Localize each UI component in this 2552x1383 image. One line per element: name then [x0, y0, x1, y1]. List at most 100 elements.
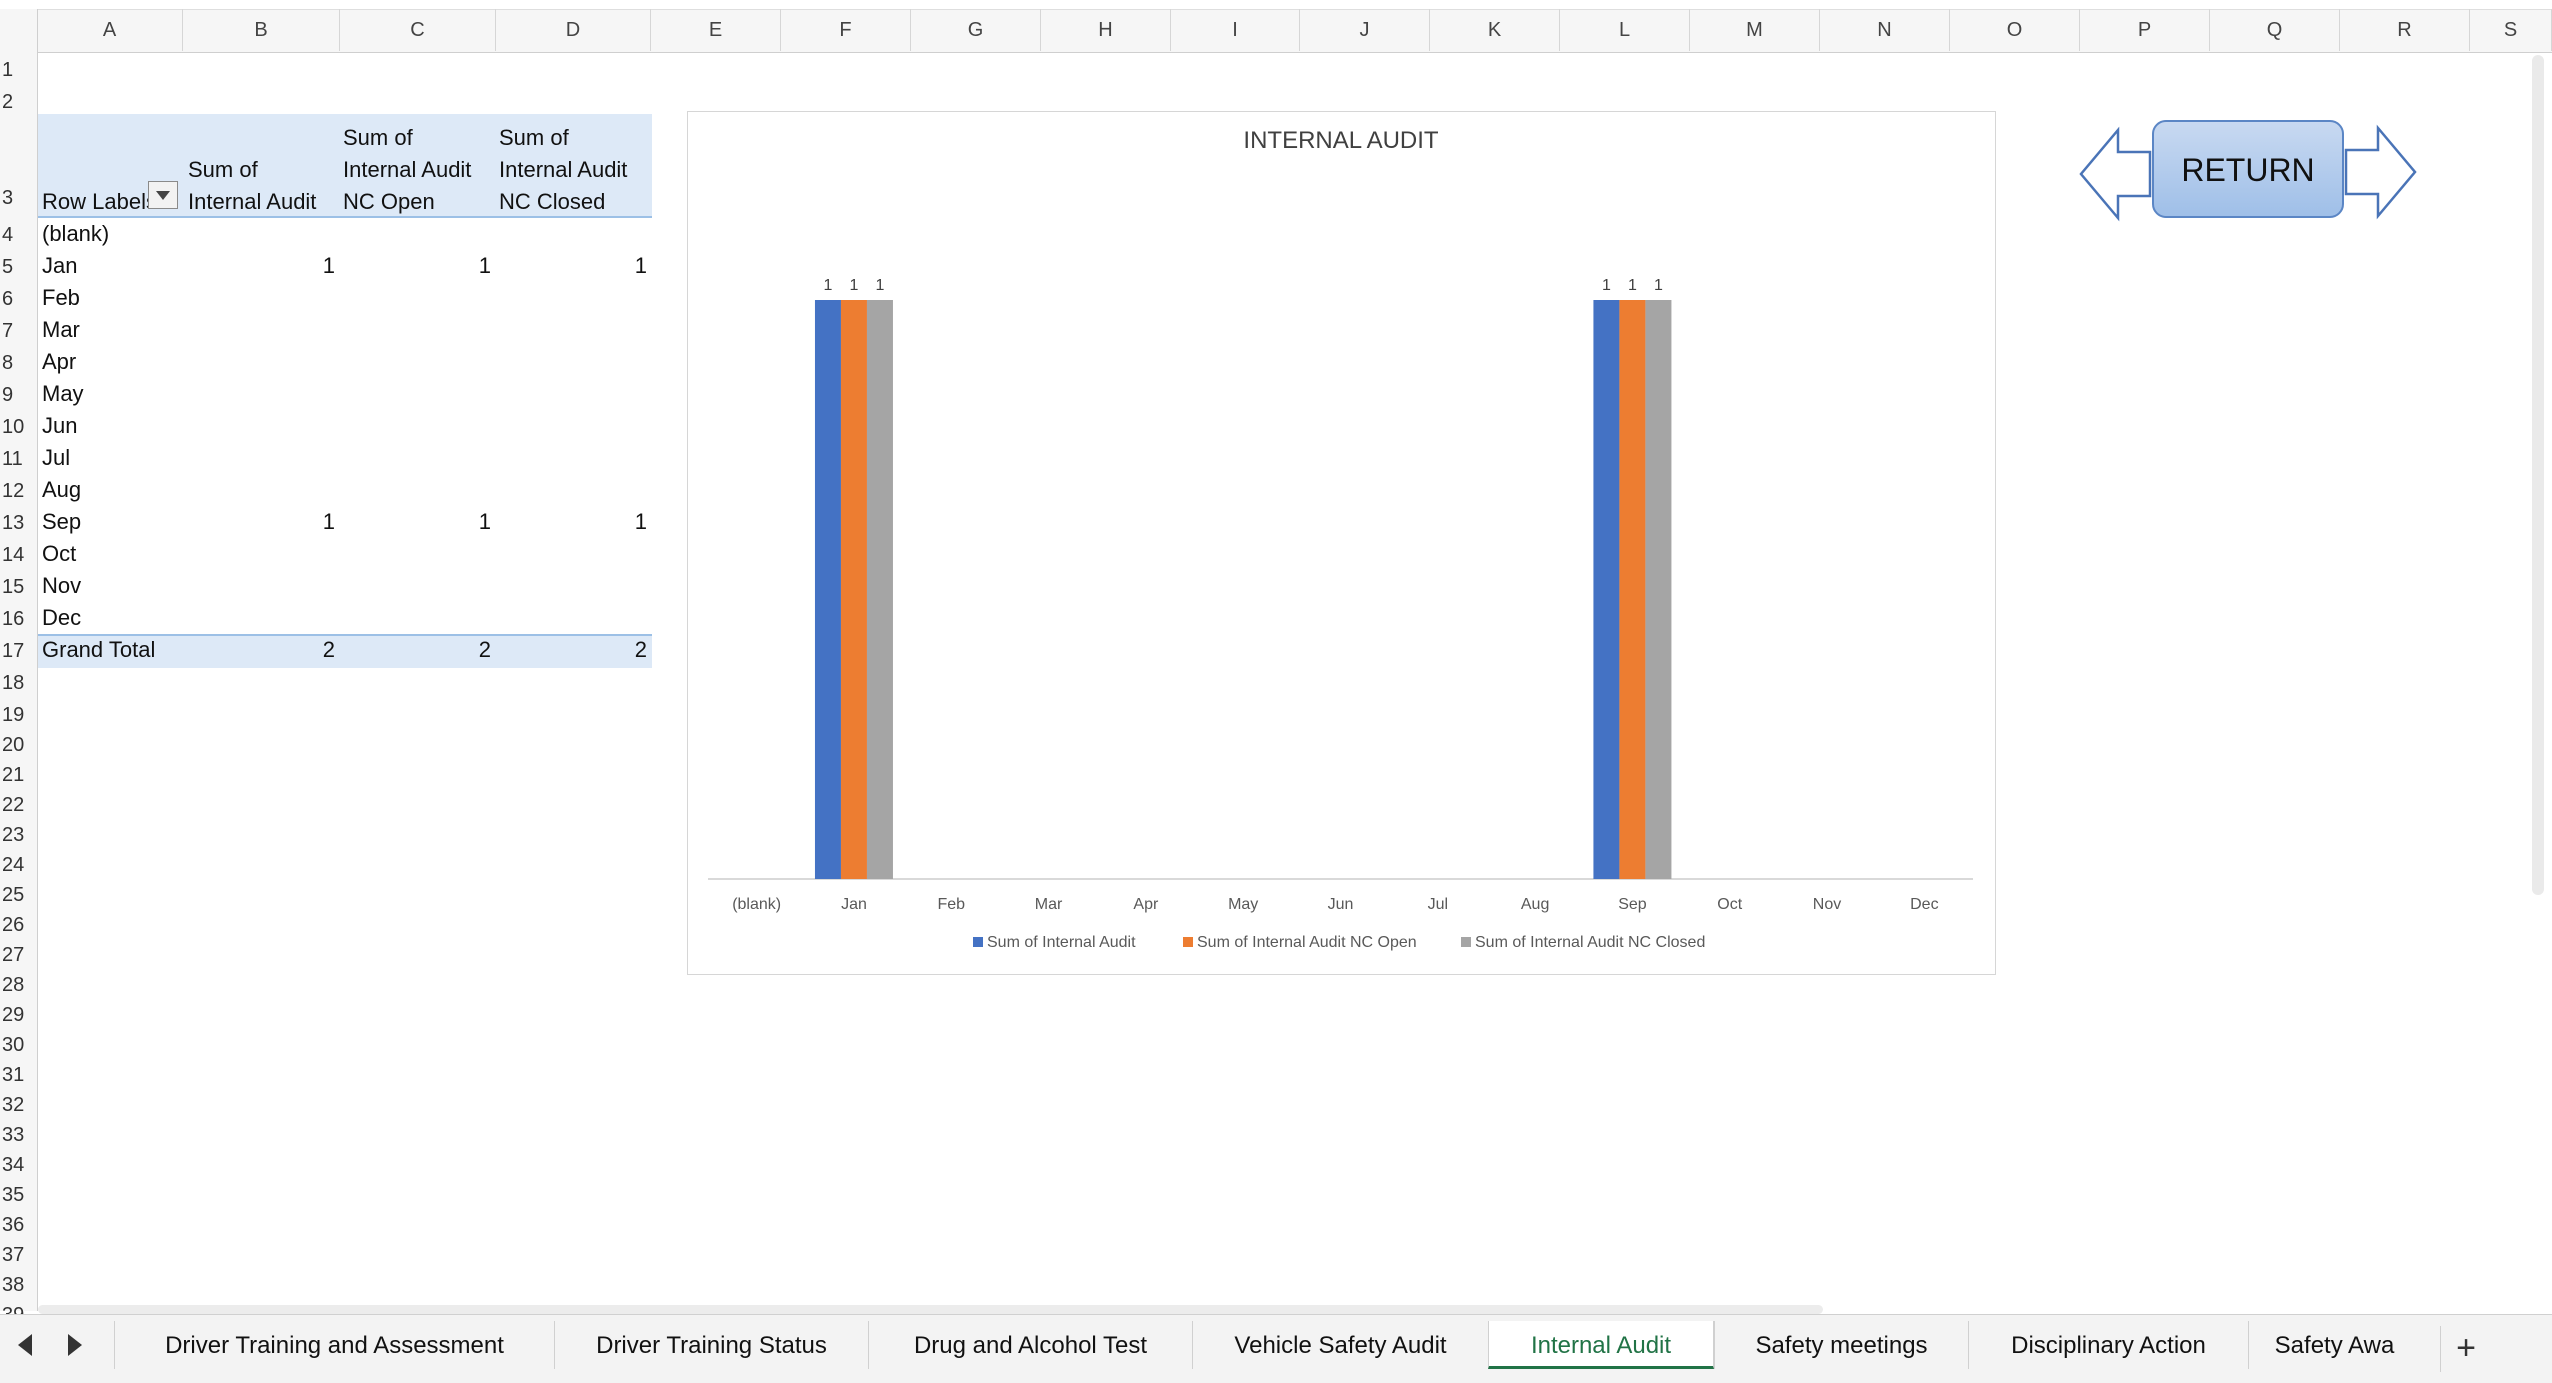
row-header-9[interactable]: 9 — [0, 378, 37, 410]
column-header-c[interactable]: C — [340, 9, 496, 51]
pivot-row-label[interactable]: Nov — [42, 570, 81, 602]
pivot-row-label[interactable]: Dec — [42, 602, 81, 634]
row-header-6[interactable]: 6 — [0, 282, 37, 314]
internal-audit-chart[interactable]: INTERNAL AUDIT 111111 (blank) Jan Feb Mar Ap… — [687, 111, 1996, 975]
row-header-18[interactable]: 18 — [0, 666, 37, 698]
filter-dropdown-icon[interactable] — [148, 181, 178, 209]
horizontal-scrollbar[interactable] — [38, 1305, 1823, 1314]
column-header-o[interactable]: O — [1950, 9, 2080, 51]
sheet-tab[interactable]: Driver Training Status — [554, 1321, 868, 1369]
pivot-row-label[interactable]: Jun — [42, 410, 77, 442]
row-header-35[interactable]: 35 — [0, 1178, 37, 1210]
row-header-11[interactable]: 11 — [0, 442, 37, 474]
row-header-12[interactable]: 12 — [0, 474, 37, 506]
pivot-row-label[interactable]: Jul — [42, 442, 70, 474]
row-labels-header[interactable]: Row Labels — [42, 186, 157, 218]
row-header-7[interactable]: 7 — [0, 314, 37, 346]
column-header-j[interactable]: J — [1300, 9, 1430, 51]
row-header-23[interactable]: 23 — [0, 818, 37, 850]
row-header-28[interactable]: 28 — [0, 968, 37, 1000]
scroll-tabs-right-icon[interactable] — [68, 1334, 82, 1356]
row-header-10[interactable]: 10 — [0, 410, 37, 442]
grand-total-label[interactable]: Grand Total — [42, 634, 155, 666]
column-header-s[interactable]: S — [2470, 9, 2552, 51]
pivot-row-label[interactable]: May — [42, 378, 84, 410]
row-header-2[interactable]: 2 — [0, 85, 37, 117]
sheet-tab[interactable]: Internal Audit — [1488, 1321, 1714, 1369]
row-header-38[interactable]: 38 — [0, 1268, 37, 1300]
vertical-scrollbar[interactable] — [2532, 55, 2544, 895]
bar[interactable] — [814, 300, 841, 879]
row-header-31[interactable]: 31 — [0, 1058, 37, 1090]
row-header-34[interactable]: 34 — [0, 1148, 37, 1180]
pivot-row-label[interactable]: (blank) — [42, 218, 109, 250]
left-arrow-icon[interactable] — [2078, 126, 2152, 222]
column-header-r[interactable]: R — [2340, 9, 2470, 51]
row-header-3[interactable]: 3 — [0, 181, 37, 213]
pivot-cell-nc-closed[interactable]: 1 — [492, 506, 647, 538]
scroll-tabs-left-icon[interactable] — [18, 1334, 32, 1356]
row-header-26[interactable]: 26 — [0, 908, 37, 940]
return-button[interactable]: RETURN — [2152, 120, 2344, 218]
select-all-corner[interactable] — [0, 9, 38, 52]
row-header-13[interactable]: 13 — [0, 506, 37, 538]
column-header-n[interactable]: N — [1820, 9, 1950, 51]
column-header-q[interactable]: Q — [2210, 9, 2340, 51]
right-arrow-icon[interactable] — [2344, 124, 2418, 220]
sheet-tab[interactable]: Safety Awa — [2248, 1321, 2420, 1369]
column-header-g[interactable]: G — [911, 9, 1041, 51]
grand-total-b[interactable]: 2 — [180, 634, 335, 666]
pivot-row-label[interactable]: Mar — [42, 314, 80, 346]
sheet-tab[interactable]: Vehicle Safety Audit — [1192, 1321, 1488, 1369]
column-header-i[interactable]: I — [1171, 9, 1300, 51]
pivot-row-label[interactable]: Feb — [42, 282, 80, 314]
bar[interactable] — [1593, 300, 1620, 879]
row-header-22[interactable]: 22 — [0, 788, 37, 820]
row-header-16[interactable]: 16 — [0, 602, 37, 634]
bar[interactable] — [1645, 300, 1672, 879]
pivot-cell-nc-open[interactable]: 1 — [336, 250, 491, 282]
row-header-24[interactable]: 24 — [0, 848, 37, 880]
row-header-1[interactable]: 1 — [0, 53, 37, 85]
column-header-p[interactable]: P — [2080, 9, 2210, 51]
pivot-cell-nc-closed[interactable]: 1 — [492, 250, 647, 282]
row-header-29[interactable]: 29 — [0, 998, 37, 1030]
add-sheet-icon[interactable]: + — [2440, 1326, 2491, 1372]
row-header-20[interactable]: 20 — [0, 728, 37, 760]
column-header-h[interactable]: H — [1041, 9, 1171, 51]
grand-total-d[interactable]: 2 — [492, 634, 647, 666]
bar[interactable] — [866, 300, 893, 879]
column-header-d[interactable]: D — [496, 9, 651, 51]
column-header-a[interactable]: A — [37, 9, 183, 51]
column-header-b[interactable]: B — [183, 9, 340, 51]
column-header-e[interactable]: E — [651, 9, 781, 51]
row-header-15[interactable]: 15 — [0, 570, 37, 602]
row-header-25[interactable]: 25 — [0, 878, 37, 910]
sheet-tab[interactable]: Driver Training and Assessment — [114, 1321, 554, 1369]
row-header-8[interactable]: 8 — [0, 346, 37, 378]
row-header-4[interactable]: 4 — [0, 218, 37, 250]
row-header-5[interactable]: 5 — [0, 250, 37, 282]
row-header-33[interactable]: 33 — [0, 1118, 37, 1150]
bar[interactable] — [1619, 300, 1646, 879]
pivot-row-label[interactable]: Sep — [42, 506, 81, 538]
pivot-row-label[interactable]: Jan — [42, 250, 77, 282]
pivot-cell-internal-audit[interactable]: 1 — [180, 250, 335, 282]
pivot-row-label[interactable]: Oct — [42, 538, 76, 570]
row-header-32[interactable]: 32 — [0, 1088, 37, 1120]
sheet-tab[interactable]: Safety meetings — [1714, 1321, 1968, 1369]
row-header-19[interactable]: 19 — [0, 698, 37, 730]
row-header-21[interactable]: 21 — [0, 758, 37, 790]
row-header-30[interactable]: 30 — [0, 1028, 37, 1060]
row-header-37[interactable]: 37 — [0, 1238, 37, 1270]
column-header-l[interactable]: L — [1560, 9, 1690, 51]
pivot-cell-nc-open[interactable]: 1 — [336, 506, 491, 538]
column-header-k[interactable]: K — [1430, 9, 1560, 51]
row-header-17[interactable]: 17 — [0, 634, 37, 666]
pivot-cell-internal-audit[interactable]: 1 — [180, 506, 335, 538]
pivot-row-label[interactable]: Apr — [42, 346, 76, 378]
row-header-27[interactable]: 27 — [0, 938, 37, 970]
pivot-row-label[interactable]: Aug — [42, 474, 81, 506]
column-header-m[interactable]: M — [1690, 9, 1820, 51]
row-header-14[interactable]: 14 — [0, 538, 37, 570]
